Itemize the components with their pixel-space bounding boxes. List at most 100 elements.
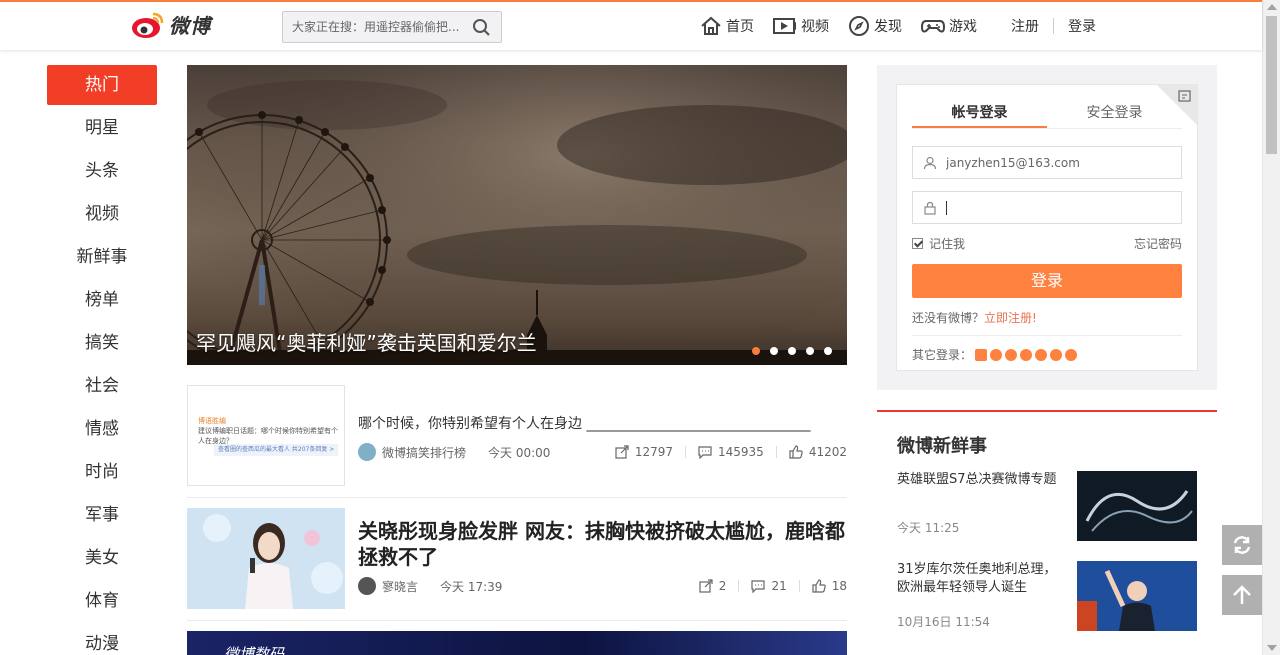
register-link[interactable]: 注册 bbox=[1011, 16, 1039, 36]
repost-count: 12797 bbox=[634, 445, 673, 459]
forgot-password-link[interactable]: 忘记密码 bbox=[1134, 235, 1182, 252]
weibo-logo[interactable]: 微博 bbox=[131, 10, 211, 39]
register-now-link[interactable]: 立即注册! bbox=[984, 311, 1037, 325]
nav-game[interactable]: 游戏 bbox=[921, 16, 977, 36]
nav-video[interactable]: 视频 bbox=[773, 16, 829, 36]
search-icon[interactable] bbox=[472, 18, 492, 38]
category-society[interactable]: 社会 bbox=[47, 366, 157, 409]
feed-card[interactable]: 博语胜编 建议博编职日话题：哪个时候你特别希望有个人在身边？ 查看圈的查西瓜的最… bbox=[187, 375, 847, 498]
feed-stats: 2 21 18 bbox=[699, 579, 847, 593]
feed-title[interactable]: 关晓彤现身脸发胖 网友：抹胸快被挤破太尴尬，鹿晗都拯救不了 bbox=[358, 518, 847, 570]
feed-thumbnail[interactable] bbox=[187, 508, 345, 609]
no-account-text: 还没有微博？立即注册! bbox=[912, 309, 1037, 326]
comment-icon[interactable] bbox=[751, 579, 766, 593]
comment-count: 21 bbox=[771, 579, 787, 593]
feed-list: 博语胜编 建议博编职日话题：哪个时候你特别希望有个人在身边？ 查看圈的查西瓜的最… bbox=[187, 375, 847, 621]
compass-icon bbox=[849, 16, 869, 36]
nav-discover[interactable]: 发现 bbox=[848, 15, 902, 37]
login-link[interactable]: 登录 bbox=[1068, 16, 1096, 36]
feed-title[interactable]: 哪个时候，你特别希望有个人在身边 _______________________… bbox=[358, 413, 810, 433]
category-video[interactable]: 视频 bbox=[47, 194, 157, 237]
thumb-text: 建议博编职日话题：哪个时候你特别希望有个人在身边？ bbox=[198, 427, 338, 445]
fresh-news-image[interactable] bbox=[1077, 561, 1197, 631]
qq-icon[interactable] bbox=[990, 348, 1003, 361]
category-emotion[interactable]: 情感 bbox=[47, 409, 157, 452]
banner-carousel[interactable]: 罕见飓风“奥菲利娅”袭击英国和爱尔兰 bbox=[187, 65, 847, 365]
scrollbar-thumb[interactable] bbox=[1266, 16, 1277, 154]
carousel-dots bbox=[752, 347, 832, 355]
like-icon[interactable] bbox=[789, 445, 803, 459]
back-to-top-button[interactable] bbox=[1222, 575, 1262, 615]
remember-checkbox[interactable] bbox=[912, 238, 923, 249]
author-name[interactable]: 微博搞笑排行榜 bbox=[382, 444, 466, 461]
thumb-link: 查看圈的查西瓜的最大看人 共207条回复 > bbox=[214, 444, 338, 456]
category-headlines[interactable]: 头条 bbox=[47, 151, 157, 194]
category-hot[interactable]: 热门 bbox=[47, 65, 157, 105]
login-button[interactable]: 登录 bbox=[912, 264, 1182, 298]
banner-caption[interactable]: 罕见飓风“奥菲利娅”袭击英国和爱尔兰 bbox=[196, 327, 537, 356]
category-sports[interactable]: 体育 bbox=[47, 581, 157, 624]
username-field[interactable] bbox=[912, 146, 1182, 179]
carousel-dot[interactable] bbox=[806, 347, 814, 355]
category-funny[interactable]: 搞笑 bbox=[47, 323, 157, 366]
ferris-wheel-image bbox=[187, 65, 847, 365]
carousel-dot[interactable] bbox=[824, 347, 832, 355]
post-time: 今天 17:39 bbox=[440, 579, 503, 594]
category-military[interactable]: 军事 bbox=[47, 495, 157, 538]
nav-discover-label: 发现 bbox=[874, 19, 902, 35]
password-field[interactable] bbox=[912, 191, 1182, 224]
fresh-news-headline[interactable]: 31岁库尔茨任奥地利总理，欧洲最年轻领导人诞生 bbox=[897, 561, 1062, 597]
feed-stats: 12797 145935 41202 bbox=[615, 445, 847, 459]
top-nav: 首页 视频 发现 游戏 注册 登录 bbox=[700, 2, 1096, 50]
nav-home[interactable]: 首页 bbox=[700, 16, 754, 36]
360-icon[interactable] bbox=[1020, 348, 1033, 361]
alipay-icon[interactable] bbox=[1050, 348, 1063, 361]
feed-thumbnail[interactable]: 博语胜编 建议博编职日话题：哪个时候你特别希望有个人在身边？ 查看圈的查西瓜的最… bbox=[187, 385, 345, 486]
china-mobile-icon[interactable] bbox=[1035, 348, 1048, 361]
password-input[interactable] bbox=[946, 200, 1166, 215]
other-login-label: 其它登录： bbox=[912, 348, 973, 362]
no-account-label: 还没有微博？ bbox=[912, 311, 985, 325]
search-box bbox=[282, 11, 502, 43]
like-count: 18 bbox=[831, 579, 847, 593]
author-name[interactable]: 寥晓言 bbox=[382, 578, 418, 595]
fresh-news-time: 10月16日 11:54 bbox=[897, 615, 990, 629]
login-panel: 帐号登录 安全登录 记住我 忘记密码 登录 还没有微博？立即注册! 其它登录： bbox=[877, 65, 1217, 390]
scroll-down-arrow[interactable] bbox=[1267, 645, 1277, 651]
tianyi-icon[interactable] bbox=[1005, 348, 1018, 361]
logo-text: 微博 bbox=[169, 14, 211, 38]
baidu-icon[interactable] bbox=[1065, 348, 1078, 361]
promo-banner[interactable]: 微博数码 bbox=[187, 631, 847, 655]
author-avatar[interactable] bbox=[358, 577, 376, 595]
carousel-dot[interactable] bbox=[788, 347, 796, 355]
like-icon[interactable] bbox=[812, 579, 826, 593]
category-fresh[interactable]: 新鲜事 bbox=[47, 237, 157, 280]
category-stars[interactable]: 明星 bbox=[47, 108, 157, 151]
feed-card[interactable]: 关晓彤现身脸发胖 网友：抹胸快被挤破太尴尬，鹿晗都拯救不了 寥晓言 今天 17:… bbox=[187, 498, 847, 621]
category-anime[interactable]: 动漫 bbox=[47, 624, 157, 655]
repost-icon[interactable] bbox=[699, 579, 713, 593]
page-scrollbar[interactable] bbox=[1262, 0, 1280, 655]
scroll-up-arrow[interactable] bbox=[1267, 4, 1277, 10]
search-input[interactable] bbox=[283, 12, 463, 42]
author-avatar[interactable] bbox=[358, 443, 376, 461]
refresh-button[interactable] bbox=[1222, 525, 1262, 565]
tab-account-login[interactable]: 帐号登录 bbox=[912, 102, 1047, 128]
tab-secure-login[interactable]: 安全登录 bbox=[1047, 102, 1182, 128]
remember-label[interactable]: 记住我 bbox=[929, 235, 965, 252]
comment-icon[interactable] bbox=[698, 445, 712, 459]
lock-icon bbox=[924, 201, 936, 215]
category-rankings[interactable]: 榜单 bbox=[47, 280, 157, 323]
repost-icon[interactable] bbox=[615, 445, 629, 459]
user-icon bbox=[923, 156, 937, 169]
username-input[interactable] bbox=[946, 155, 1166, 170]
fresh-news-headline[interactable]: 英雄联盟S7总决赛微博专题 bbox=[897, 471, 1062, 489]
category-beauty[interactable]: 美女 bbox=[47, 538, 157, 581]
carousel-dot[interactable] bbox=[752, 347, 760, 355]
category-fashion[interactable]: 时尚 bbox=[47, 452, 157, 495]
taobao-icon[interactable] bbox=[975, 348, 988, 361]
repost-count: 2 bbox=[718, 579, 727, 593]
carousel-dot[interactable] bbox=[770, 347, 778, 355]
stat-divider bbox=[775, 446, 777, 458]
fresh-news-image[interactable] bbox=[1077, 471, 1197, 541]
